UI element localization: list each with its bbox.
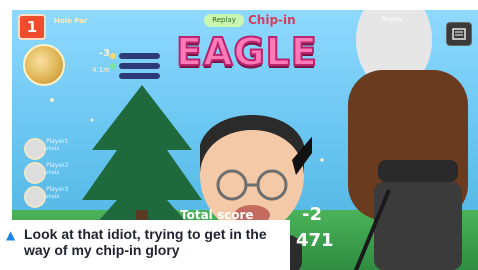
score-banner: Replay Chip-in EAGLE — [162, 12, 342, 82]
mini-bar — [119, 73, 160, 79]
medal-icon — [23, 44, 65, 86]
score-change: -2 — [302, 204, 322, 225]
mini-bar — [119, 63, 160, 69]
player-row: Player2 shots — [24, 160, 72, 184]
caption-text: Look at that idiot, trying to get in the… — [24, 226, 267, 258]
top-right-label: Replay — [382, 16, 403, 23]
character-right — [348, 10, 468, 270]
player-row: Player1 shots — [24, 136, 72, 160]
avatar — [24, 138, 46, 160]
player-sub: shots — [46, 146, 60, 152]
hole-number: 1 — [18, 14, 46, 40]
mini-row — [110, 62, 160, 70]
player-sub: shots — [46, 170, 60, 176]
replay-pill[interactable]: Replay — [204, 14, 244, 27]
avatar — [24, 162, 46, 184]
player-name: Player1 — [46, 138, 69, 145]
eagle-title: EAGLE — [175, 29, 318, 75]
player-list: Player1 shots Player2 shots Player3 shot… — [24, 136, 72, 208]
mini-scoreboard — [110, 52, 160, 82]
player-sub: shots — [46, 194, 60, 200]
page: 1 Hole Par -3 4.1m Replay Chip-in EAGLE … — [0, 0, 478, 270]
score-total: 471 — [296, 230, 334, 251]
mini-row — [110, 72, 160, 80]
medal-score: -3 — [98, 48, 110, 59]
chip-in-label: Chip-in — [248, 13, 296, 27]
player-dot-icon — [110, 63, 116, 69]
player-name: Player3 — [46, 186, 69, 193]
player-name: Player2 — [46, 162, 69, 169]
avatar — [24, 186, 46, 208]
menu-icon — [452, 28, 466, 40]
mini-row — [110, 52, 160, 60]
player-dot-icon — [110, 73, 116, 79]
hole-panel: 1 Hole Par -3 4.1m — [18, 14, 160, 86]
player-row: Player3 shots — [24, 184, 72, 208]
caption-box: ▲ Look at that idiot, trying to get in t… — [0, 220, 290, 270]
menu-button[interactable] — [446, 22, 472, 46]
chevron-up-icon: ▲ — [6, 228, 16, 242]
medal-sub: 4.1m — [92, 66, 110, 74]
hole-detail: Hole Par — [54, 17, 88, 25]
mini-bar — [119, 53, 160, 59]
player-dot-icon — [110, 53, 116, 59]
